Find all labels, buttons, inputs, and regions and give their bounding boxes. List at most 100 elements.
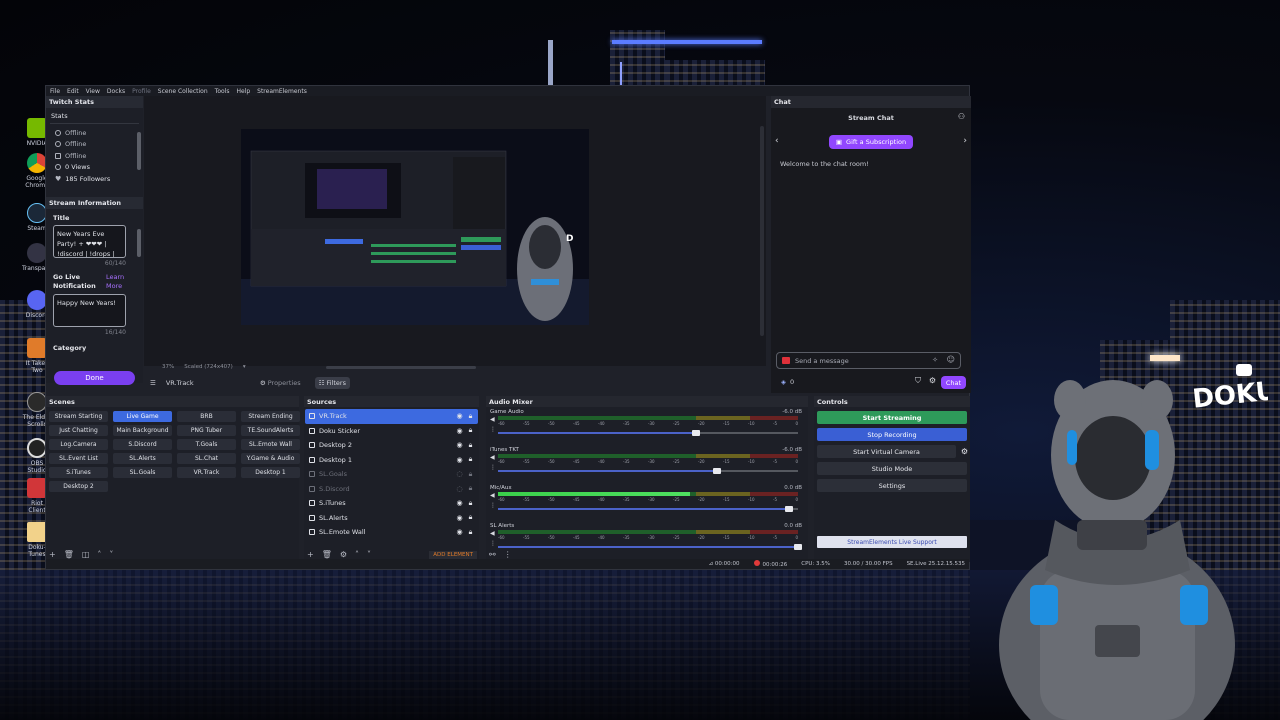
zoom-level[interactable]: 37% [162,364,174,370]
eye-slash-icon[interactable]: ◌ [456,470,463,478]
trash-icon[interactable]: 🗑 [64,550,74,559]
volume-slider[interactable] [498,468,798,474]
scene-button[interactable]: VR.Track [177,467,236,478]
menu-profile[interactable]: Profile [132,88,151,95]
scene-button[interactable]: Just Chatting [49,425,108,436]
slider-knob[interactable] [785,506,793,512]
link-icon[interactable]: ⚯ [489,550,496,559]
source-row[interactable]: Desktop 1 ◉ 🔒︎ [305,453,478,468]
users-icon[interactable]: ⚇ [958,112,965,121]
scene-button[interactable]: Stream Starting [49,411,108,422]
chevron-right-icon[interactable]: › [963,136,967,146]
stream-info-scrollbar[interactable] [137,229,141,257]
learn-more-link[interactable]: Learn More [106,273,126,291]
channel-menu-icon[interactable]: ⋮ [490,540,496,547]
chevron-down-icon[interactable]: ˅ [367,550,371,559]
channel-menu-icon[interactable]: ⋮ [490,502,496,509]
settings-button[interactable]: Settings [817,479,967,492]
source-row[interactable]: VR.Track ◉ 🔒︎ [305,409,478,424]
gear-icon[interactable]: ⚙ [929,376,936,385]
stop-recording-button[interactable]: Stop Recording [817,428,967,441]
eye-icon[interactable]: ◉ [456,441,463,449]
add-icon[interactable]: + [49,550,56,559]
lock-icon[interactable]: 🔒︎ [467,528,474,537]
volume-slider[interactable] [498,430,798,436]
bits-icon[interactable]: ✧ [932,356,938,364]
eye-icon[interactable]: ◉ [456,499,463,507]
chevron-up-icon[interactable]: ˄ [355,550,359,559]
scene-button[interactable]: Y.Game & Audio [241,453,300,464]
eye-icon[interactable]: ◉ [456,514,463,522]
menu-file[interactable]: File [50,88,60,95]
source-row[interactable]: SL.Alerts ◉ 🔒︎ [305,511,478,526]
eye-icon[interactable]: ◉ [456,427,463,435]
source-row[interactable]: S.iTunes ◉ 🔒︎ [305,496,478,511]
scene-button[interactable]: Desktop 1 [241,467,300,478]
source-row[interactable]: S.Discord ◌ 🔒︎ [305,482,478,497]
scene-button[interactable]: BRB [177,411,236,422]
start-virtual-camera-button[interactable]: Start Virtual Camera ⚙ [817,445,968,458]
menu-tools[interactable]: Tools [215,88,230,95]
chevron-left-icon[interactable]: ‹ [775,136,779,146]
scene-button[interactable]: PNG Tuber [177,425,236,436]
streamelements-support-button[interactable]: StreamElements Live Support [817,536,967,548]
lock-icon[interactable]: 🔒︎ [467,499,474,508]
source-row[interactable]: Doku Sticker ◉ 🔒︎ [305,424,478,439]
channel-points[interactable]: ◈ 0 [781,378,794,386]
source-row[interactable]: SL.Goals ◌ 🔒︎ [305,467,478,482]
lock-icon[interactable]: 🔒︎ [467,455,474,464]
eye-icon[interactable]: ◉ [456,456,463,464]
scene-button[interactable]: Log.Camera [49,439,108,450]
lock-icon[interactable]: 🔒︎ [467,412,474,421]
add-icon[interactable]: + [307,550,314,559]
lock-icon[interactable]: 🔒︎ [467,513,474,522]
trash-icon[interactable]: 🗑 [322,550,332,559]
volume-slider[interactable] [498,544,802,550]
lock-icon[interactable]: 🔒︎ [467,441,474,450]
menu-view[interactable]: View [86,88,100,95]
properties-button[interactable]: ⚙ Properties [256,377,305,389]
menu-scene-collection[interactable]: Scene Collection [158,88,208,95]
gift-subscription-button[interactable]: ▣ Gift a Subscription [829,135,913,149]
scene-button[interactable]: SL.Chat [177,453,236,464]
channel-menu-icon[interactable]: ⋮ [490,426,496,433]
volume-slider[interactable] [498,506,798,512]
scene-button[interactable]: SL.Event List [49,453,108,464]
eye-icon[interactable]: ◉ [456,412,463,420]
stats-scrollbar[interactable] [137,132,141,170]
chevron-up-icon[interactable]: ˄ [97,550,101,559]
chevron-down-icon[interactable]: ▾ [243,364,246,370]
scene-button[interactable]: T.Goals [177,439,236,450]
filter-icon[interactable]: ◫ [82,550,90,559]
scene-button[interactable]: Main Background [113,425,172,436]
scene-button[interactable]: Desktop 2 [49,481,108,492]
scene-button[interactable]: Stream Ending [241,411,300,422]
preview-scrollbar[interactable] [760,126,764,336]
lock-icon[interactable]: 🔒︎ [467,484,474,493]
menu-streamelements[interactable]: StreamElements [257,88,307,95]
lock-icon[interactable]: 🔒︎ [467,470,474,479]
start-streaming-button[interactable]: Start Streaming [817,411,967,424]
gear-icon[interactable]: ⚙ [340,550,347,559]
filters-button[interactable]: ☷ Filters [314,377,350,389]
speaker-icon[interactable]: ◀ [490,492,495,499]
speaker-icon[interactable]: ◀ [490,454,495,461]
chat-input[interactable]: Send a message ✧ ☺ [776,352,961,369]
shield-icon[interactable]: ⛉ [915,376,921,386]
program-preview[interactable]: D [241,129,589,325]
menu-help[interactable]: Help [236,88,250,95]
chevron-down-icon[interactable]: ˅ [109,550,113,559]
add-element-button[interactable]: ADD ELEMENT [429,550,477,559]
slider-knob[interactable] [794,544,802,550]
source-row[interactable]: Desktop 2 ◉ 🔒︎ [305,438,478,453]
slider-knob[interactable] [713,468,721,474]
notification-field[interactable]: Happy New Years! [53,293,126,327]
slider-knob[interactable] [692,430,700,436]
chat-send-button[interactable]: Chat [941,376,966,389]
studio-mode-button[interactable]: Studio Mode [817,462,967,475]
eye-icon[interactable]: ◉ [456,528,463,536]
scene-button[interactable]: S.iTunes [49,467,108,478]
gear-icon[interactable]: ⚙ [961,447,968,456]
eye-slash-icon[interactable]: ◌ [456,485,463,493]
channel-menu-icon[interactable]: ⋮ [490,464,496,471]
